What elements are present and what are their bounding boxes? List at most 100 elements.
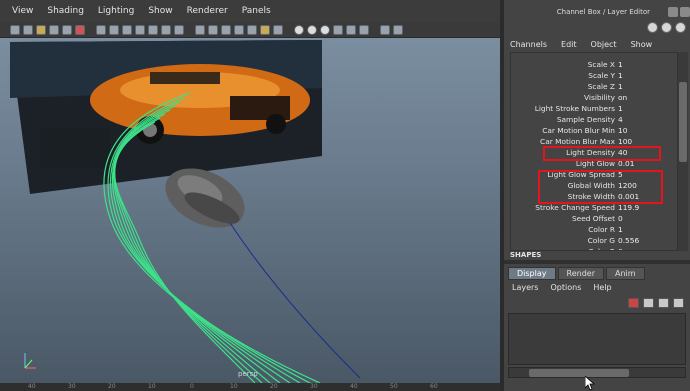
menu-panels[interactable]: Panels	[242, 6, 271, 16]
menu-show[interactable]: Show	[631, 40, 653, 49]
isolate-select-icon[interactable]	[346, 24, 356, 35]
attribute-value[interactable]: 4	[618, 114, 623, 125]
time-ruler[interactable]: 40 30 20 10 0 10 20 30 40 50 60	[0, 383, 504, 391]
attribute-value[interactable]: 1	[618, 103, 623, 114]
safe-title-icon[interactable]	[174, 24, 184, 35]
attribute-value[interactable]: 1	[618, 59, 623, 70]
ruler-tick: 0	[190, 383, 194, 390]
menu-channels[interactable]: Channels	[510, 40, 547, 49]
wireframe-icon[interactable]	[195, 24, 205, 35]
ruler-tick: 40	[28, 383, 36, 390]
wireframe-on-shaded-icon[interactable]	[221, 24, 231, 35]
ruler-tick: 20	[108, 383, 116, 390]
attribute-name: Scale Y	[588, 71, 615, 80]
channel-box-icon[interactable]	[647, 22, 658, 33]
attribute-row[interactable]: Scale X1	[511, 59, 677, 70]
menu-renderer[interactable]: Renderer	[187, 6, 228, 16]
minimize-icon[interactable]	[668, 7, 678, 17]
attribute-row[interactable]: Seed Offset 0	[511, 213, 677, 224]
textured-icon[interactable]	[247, 24, 257, 35]
attribute-value[interactable]: 10	[618, 125, 627, 136]
menu-shading[interactable]: Shading	[47, 6, 84, 16]
layer-scrollbar[interactable]	[508, 367, 686, 378]
new-layer-from-selected-icon[interactable]	[628, 298, 639, 308]
new-empty-layer-icon[interactable]	[643, 298, 654, 308]
ruler-tick: 20	[270, 383, 278, 390]
layer-list[interactable]	[508, 313, 686, 365]
ruler-tick: 10	[230, 383, 238, 390]
grease-pencil-icon[interactable]	[75, 24, 85, 35]
scrollbar-thumb[interactable]	[679, 82, 687, 162]
attribute-name: Scale Z	[587, 82, 615, 91]
shapes-section-label: SHAPES	[510, 251, 542, 259]
grid-icon[interactable]	[96, 24, 106, 35]
image-plane-icon[interactable]	[49, 24, 59, 35]
bookmark-icon[interactable]	[36, 24, 46, 35]
multisample-icon[interactable]	[320, 24, 330, 35]
two-d-pan-zoom-icon[interactable]	[62, 24, 72, 35]
attribute-row[interactable]: Visibility on	[511, 92, 677, 103]
create-layer-icon[interactable]	[658, 298, 669, 308]
xray-joints-icon[interactable]	[359, 24, 369, 35]
depth-of-field-icon[interactable]	[333, 24, 343, 35]
menu-show[interactable]: Show	[148, 6, 172, 16]
attribute-value[interactable]: 0	[618, 213, 623, 224]
resolution-gate-icon[interactable]	[122, 24, 132, 35]
attribute-value[interactable]: 1	[618, 70, 623, 81]
attribute-value[interactable]: 0	[618, 246, 623, 250]
field-chart-icon[interactable]	[148, 24, 158, 35]
motion-blur-icon[interactable]	[307, 24, 317, 35]
safe-action-icon[interactable]	[161, 24, 171, 35]
close-icon[interactable]	[680, 7, 690, 17]
perspective-viewport[interactable]: persp	[0, 38, 504, 383]
attribute-value[interactable]: on	[618, 92, 627, 103]
attribute-row[interactable]: Scale Y1	[511, 70, 677, 81]
tab-render[interactable]: Render	[557, 267, 604, 280]
camera-icon[interactable]	[393, 24, 403, 35]
menu-options[interactable]: Options	[550, 283, 581, 292]
ruler-tick: 40	[350, 383, 358, 390]
layer-options-icon[interactable]	[673, 298, 684, 308]
scrollbar-thumb[interactable]	[529, 369, 629, 377]
select-camera-icon[interactable]	[10, 24, 20, 35]
attribute-row[interactable]: Color R1	[511, 224, 677, 235]
shadows-icon[interactable]	[273, 24, 283, 35]
panel-title: Channel Box / Layer Editor	[556, 8, 650, 16]
layer-editor-tabs: Display Render Anim	[508, 267, 645, 280]
tool-settings-icon[interactable]	[675, 22, 686, 33]
smooth-shade-icon[interactable]	[208, 24, 218, 35]
xray-icon[interactable]	[234, 24, 244, 35]
camera-attributes-icon[interactable]	[23, 24, 33, 35]
menu-edit[interactable]: Edit	[561, 40, 577, 49]
attribute-name: Visibility	[584, 93, 615, 102]
ambient-occlusion-icon[interactable]	[294, 24, 304, 35]
menu-lighting[interactable]: Lighting	[98, 6, 134, 16]
attribute-value[interactable]: 1	[618, 224, 623, 235]
attribute-row[interactable]: Light Stroke Numbers 1	[511, 103, 677, 114]
tab-display[interactable]: Display	[508, 267, 556, 280]
attribute-row[interactable]: Sample Density 4	[511, 114, 677, 125]
film-gate-icon[interactable]	[109, 24, 119, 35]
hud-icon[interactable]	[380, 24, 390, 35]
attribute-row[interactable]: Color G 0.556	[511, 235, 677, 246]
panel-separator[interactable]	[504, 260, 690, 264]
attribute-row[interactable]: Scale Z1	[511, 81, 677, 92]
menu-object[interactable]: Object	[591, 40, 617, 49]
attribute-value[interactable]: 0.556	[618, 235, 639, 246]
menu-help[interactable]: Help	[593, 283, 611, 292]
attribute-editor-icon[interactable]	[661, 22, 672, 33]
menu-view[interactable]: View	[12, 6, 33, 16]
attribute-name: Car Motion Blur Min	[542, 126, 615, 135]
attribute-row[interactable]: Car Motion Blur Min 10	[511, 125, 677, 136]
use-all-lights-icon[interactable]	[260, 24, 270, 35]
attribute-name: Color G	[587, 236, 615, 245]
gate-mask-icon[interactable]	[135, 24, 145, 35]
attribute-name: Light Stroke Numbers	[534, 104, 615, 113]
image-plane	[10, 40, 322, 194]
attribute-name: Scale X	[587, 60, 615, 69]
menu-layers[interactable]: Layers	[512, 283, 538, 292]
ruler-tick: 10	[148, 383, 156, 390]
attribute-scrollbar[interactable]	[678, 52, 688, 251]
tab-anim[interactable]: Anim	[605, 267, 645, 280]
attribute-value[interactable]: 1	[618, 81, 623, 92]
